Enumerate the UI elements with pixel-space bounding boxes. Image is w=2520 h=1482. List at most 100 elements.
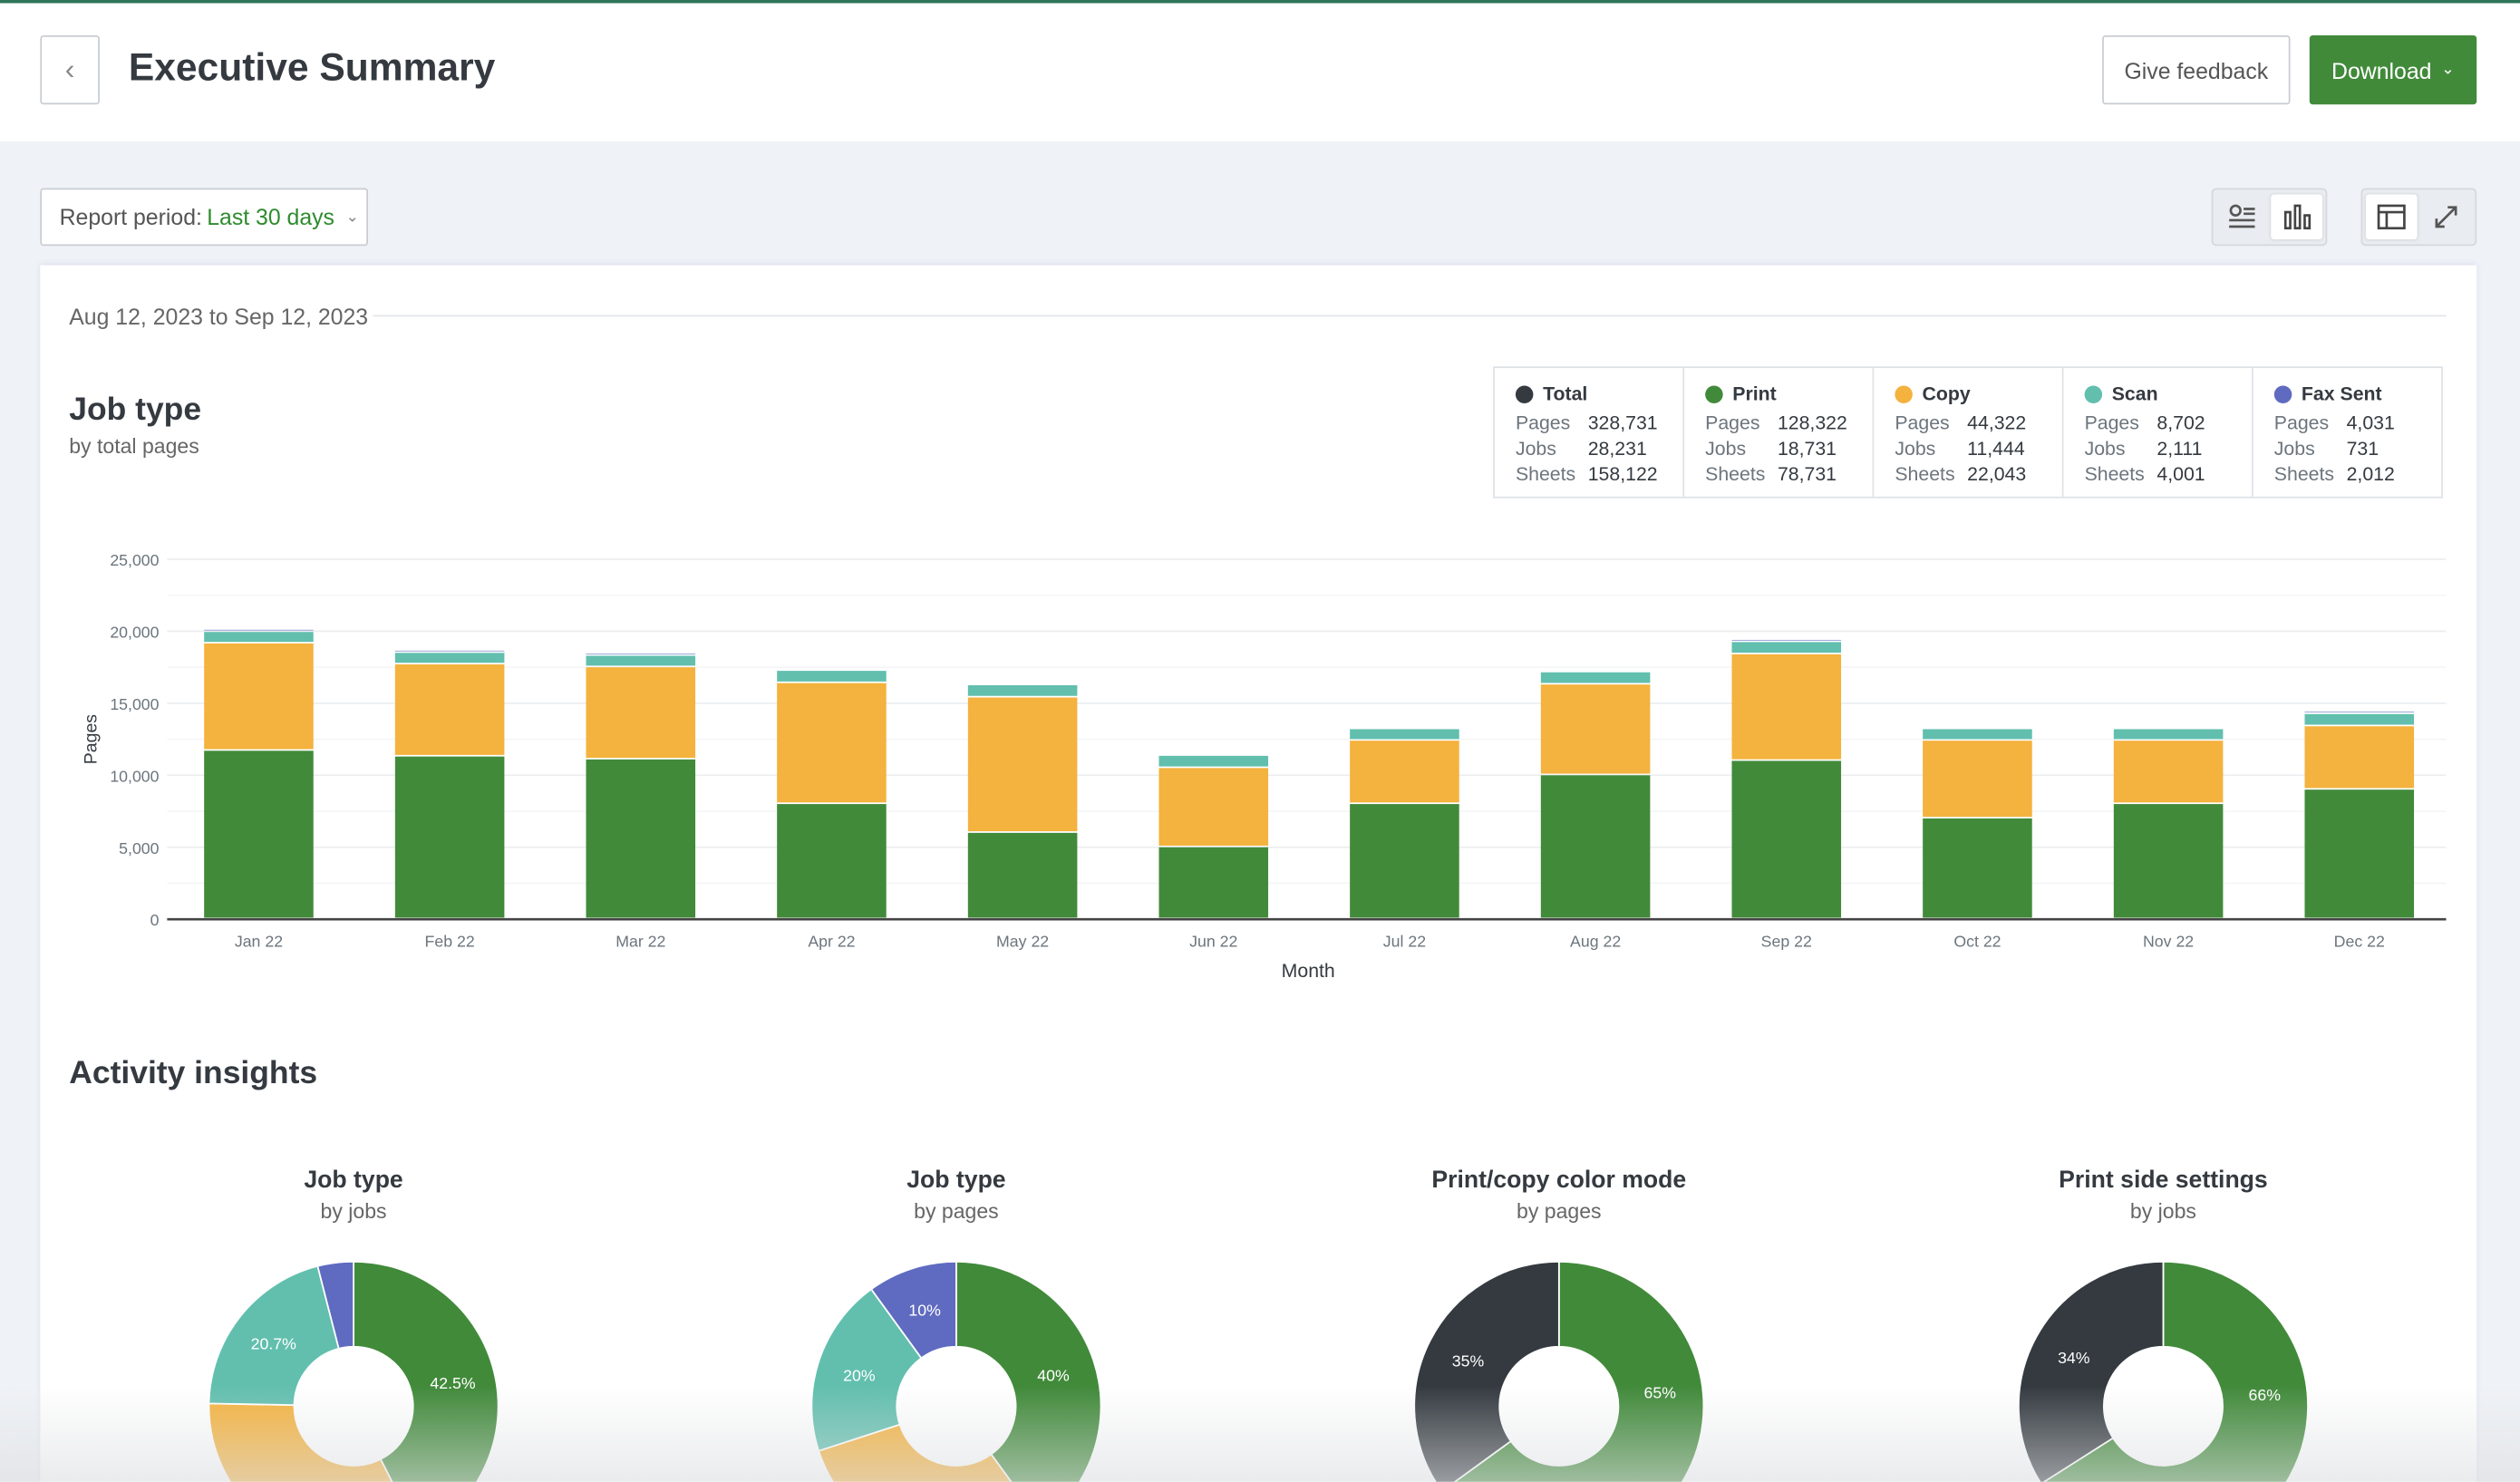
bar-segment-scan <box>586 655 696 666</box>
summary-legend: Total Pages 328,731 Jobs 28,231 Sheets 158,… <box>1493 366 2443 499</box>
x-tick-label: Sep 22 <box>1761 932 1812 950</box>
bar-segment-print <box>1540 775 1651 918</box>
bar-segment-copy <box>777 683 887 803</box>
donut-label: 34% <box>2058 1349 2090 1367</box>
label: Jobs <box>2084 437 2126 460</box>
page: ‹ Executive Summary Give feedback Downlo… <box>0 0 2520 1482</box>
legend-total[interactable]: Total Pages 328,731 Jobs 28,231 Sheets 158,… <box>1495 368 1685 497</box>
bar-segment-copy <box>586 667 696 759</box>
donut-subtitle: by jobs <box>2129 1198 2196 1224</box>
label: Pages <box>1515 411 1571 434</box>
layout-toggle <box>2360 188 2477 247</box>
bar-segment-scan <box>1158 755 1269 767</box>
dot-icon <box>2084 384 2103 403</box>
label: Pages <box>2084 411 2139 434</box>
value: 11,444 <box>1967 437 2025 460</box>
label: Jobs <box>1705 437 1747 460</box>
donut-subtitle: by jobs <box>320 1198 387 1224</box>
bar-segment-copy <box>2304 726 2415 789</box>
download-button[interactable]: Download ⌄ <box>2309 35 2477 105</box>
bar-segment-print <box>777 804 887 918</box>
label: Sheets <box>1515 462 1576 486</box>
bar-segment-print <box>1731 760 1842 918</box>
legend-copy[interactable]: Copy Pages 44,322 Jobs 11,444 Sheets 22,043 <box>1874 368 2064 497</box>
label: Jobs <box>1895 437 1936 460</box>
dot-icon <box>2273 384 2292 403</box>
bar-segment-copy <box>394 664 505 755</box>
date-range: Aug 12, 2023 to Sep 12, 2023 <box>69 304 369 330</box>
donut-label: 20.7% <box>251 1335 296 1353</box>
page-title: Executive Summary <box>128 46 496 91</box>
value: 8,702 <box>2157 411 2205 434</box>
bar-segment-copy <box>1540 684 1651 774</box>
view-toggle <box>2211 188 2328 247</box>
bar-segment-print <box>1923 818 2032 918</box>
bar-chart-icon[interactable] <box>2271 194 2322 240</box>
label: Pages <box>1705 411 1760 434</box>
legend-print[interactable]: Print Pages 128,322 Jobs 18,731 Sheets 78,7… <box>1684 368 1875 497</box>
chevron-down-icon: ⌄ <box>345 208 360 227</box>
bar-segment-copy <box>204 643 314 750</box>
y-tick-label: 20,000 <box>110 624 159 642</box>
list-view-icon[interactable] <box>2216 195 2268 240</box>
bar-segment-scan <box>777 671 887 682</box>
y-tick-label: 0 <box>150 911 160 929</box>
donut-label: 40% <box>1037 1367 1070 1385</box>
dot-icon <box>1895 384 1913 403</box>
bar-segment-print <box>394 756 505 918</box>
bar-segment-print <box>967 832 1078 918</box>
x-tick-label: May 22 <box>996 932 1049 950</box>
expand-icon[interactable] <box>2420 195 2472 240</box>
value: 158,122 <box>1587 462 1658 486</box>
label: Pages <box>1895 411 1950 434</box>
bar-segment-scan <box>2304 713 2415 725</box>
bar-segment-scan <box>1350 729 1459 740</box>
y-tick-label: 25,000 <box>110 551 159 569</box>
x-tick-label: Jan 22 <box>235 932 283 950</box>
layout-icon[interactable] <box>2365 194 2418 240</box>
x-tick-label: Aug 22 <box>1570 932 1621 950</box>
bar-segment-copy <box>1731 654 1842 760</box>
value: 4,031 <box>2346 411 2395 434</box>
report-period-value: Last 30 days <box>207 204 334 230</box>
donut-label: 20% <box>843 1367 876 1385</box>
donut-slice <box>955 1260 1102 1482</box>
legend-fax-sent[interactable]: Fax Sent Pages 4,031 Jobs 731 Sheets 2,012 <box>2253 368 2441 497</box>
dot-icon <box>1515 384 1534 403</box>
donut-label: 66% <box>2249 1386 2282 1404</box>
x-tick-label: Dec 22 <box>2334 932 2385 950</box>
stacked-bar-chart: 0 5,000 10,000 15,000 20,000 25,000 Jan 22 Feb … <box>81 551 2447 982</box>
bar-segment-scan <box>394 653 505 664</box>
bar-segment-scan <box>1923 729 2032 740</box>
donut-title: Job type <box>304 1167 403 1195</box>
donut-label: 42.5% <box>430 1374 475 1392</box>
bar-segment-scan <box>2113 729 2224 740</box>
report-period-select[interactable]: Report period: Last 30 days ⌄ <box>40 188 369 247</box>
bar-segment-print <box>2113 804 2224 918</box>
value: 128,322 <box>1777 411 1847 434</box>
value: 4,001 <box>2157 462 2205 486</box>
legend-scan[interactable]: Scan Pages 8,702 Jobs 2,111 Sheets 4,001 <box>2064 368 2253 497</box>
x-tick-label: Jul 22 <box>1383 932 1426 950</box>
chevron-left-icon: ‹ <box>64 53 75 85</box>
legend-name: Scan <box>2111 382 2158 405</box>
give-feedback-button[interactable]: Give feedback <box>2102 35 2291 105</box>
divider <box>373 315 2447 317</box>
donut-label: 65% <box>1644 1384 1677 1402</box>
back-button[interactable]: ‹ <box>40 35 100 105</box>
bar-segment-print <box>586 759 696 918</box>
bar-segment-copy <box>1350 741 1459 803</box>
bar-segment-scan <box>967 685 1078 696</box>
report-period-label: Report period: <box>59 204 202 230</box>
value: 328,731 <box>1587 411 1658 434</box>
x-tick-label: Mar 22 <box>615 932 665 950</box>
donut-label: 35% <box>1452 1351 1485 1370</box>
donut-slice <box>2018 1260 2165 1482</box>
bar-segment-fax-sent <box>204 629 314 631</box>
value: 18,731 <box>1777 437 1837 460</box>
legend-name: Copy <box>1922 382 1971 405</box>
chart-subtitle: by total pages <box>69 433 199 459</box>
bar-segment-scan <box>1731 642 1842 654</box>
label: Sheets <box>2084 462 2145 486</box>
y-axis-label: Pages <box>81 714 101 765</box>
